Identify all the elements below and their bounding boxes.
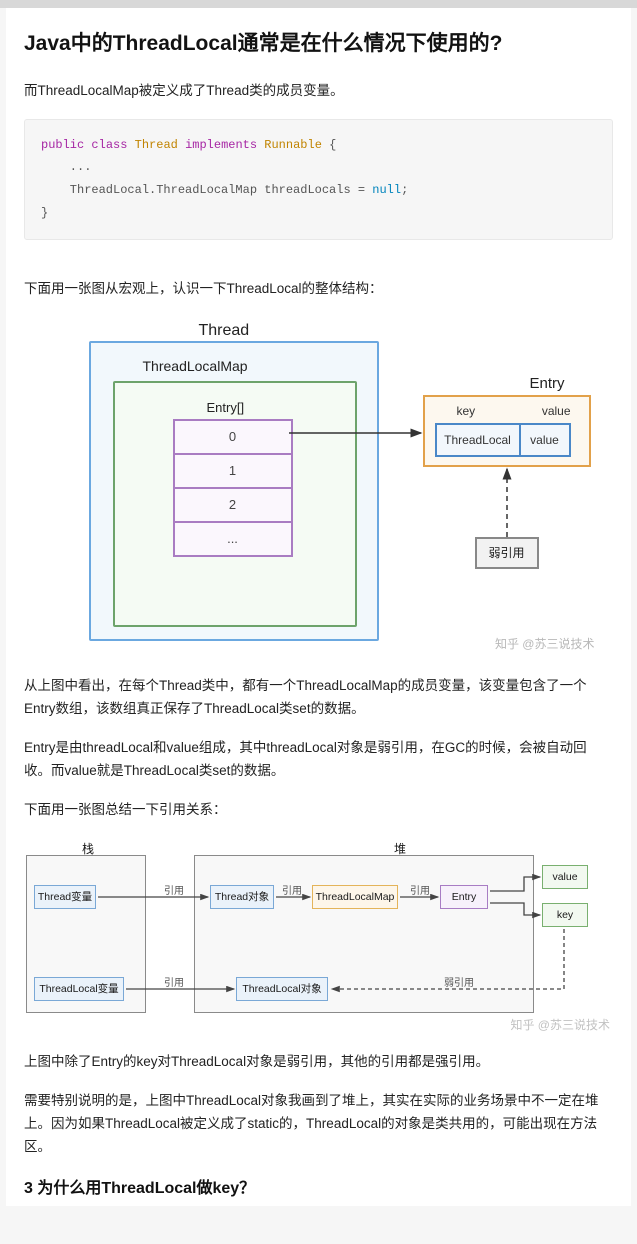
article-body: Java中的ThreadLocal通常是在什么情况下使用的? 而ThreadLo… bbox=[6, 8, 631, 1206]
diagram-node-entry: Entry bbox=[440, 885, 488, 909]
paragraph: Entry是由threadLocal和value组成，其中threadLocal… bbox=[24, 737, 613, 783]
diagram-node-thread-var: Thread变量 bbox=[34, 885, 96, 909]
code-text: } bbox=[41, 206, 48, 220]
diagram-array-cell: ... bbox=[173, 521, 293, 557]
paragraph: 上图中除了Entry的key对ThreadLocal对象是弱引用，其他的引用都是… bbox=[24, 1051, 613, 1074]
code-text: { bbox=[322, 138, 336, 152]
diagram-node-threadlocal-obj: ThreadLocal对象 bbox=[236, 977, 328, 1001]
code-text: ThreadLocal.ThreadLocalMap threadLocals … bbox=[41, 183, 372, 197]
paragraph: 下面用一张图从宏观上，认识一下ThreadLocal的整体结构： bbox=[24, 278, 613, 301]
diagram-label-entry: Entry bbox=[529, 371, 564, 397]
paragraph: 下面用一张图总结一下引用关系： bbox=[24, 799, 613, 822]
code-type: Thread bbox=[135, 138, 178, 152]
diagram-entry-array: 0 1 2 ... bbox=[173, 419, 293, 557]
diagram-label-key: key bbox=[457, 401, 476, 421]
diagram-label-ref: 引用 bbox=[164, 883, 184, 900]
code-literal: null bbox=[372, 183, 401, 197]
diagram-box-weakref: 弱引用 bbox=[475, 537, 539, 569]
diagram-node-key: key bbox=[542, 903, 588, 927]
code-keyword: public bbox=[41, 138, 84, 152]
diagram-threadlocal-structure: Thread ThreadLocalMap Entry[] 0 1 2 ... … bbox=[39, 317, 599, 657]
diagram-label-ref: 引用 bbox=[164, 975, 184, 992]
paragraph: 需要特别说明的是，上图中ThreadLocal对象我画到了堆上，其实在实际的业务… bbox=[24, 1090, 613, 1159]
diagram-array-cell: 1 bbox=[173, 453, 293, 489]
code-text: ; bbox=[401, 183, 408, 197]
watermark: 知乎 @苏三说技术 bbox=[495, 634, 595, 654]
diagram-array-cell: 0 bbox=[173, 419, 293, 455]
watermark: 知乎 @苏三说技术 bbox=[510, 1015, 610, 1035]
code-keyword: class bbox=[91, 138, 127, 152]
diagram-reference-relations: 栈 堆 Thread变量 ThreadLocal变量 Thread对象 Thre… bbox=[24, 837, 614, 1037]
diagram-box-thread: ThreadLocalMap Entry[] 0 1 2 ... bbox=[89, 341, 379, 641]
code-keyword: implements bbox=[185, 138, 257, 152]
diagram-node-value: value bbox=[542, 865, 588, 889]
diagram-label-thread: Thread bbox=[199, 317, 250, 344]
diagram-label-map: ThreadLocalMap bbox=[143, 355, 248, 379]
diagram-node-thread-obj: Thread对象 bbox=[210, 885, 274, 909]
diagram-node-threadlocal-var: ThreadLocal变量 bbox=[34, 977, 124, 1001]
diagram-box-map: Entry[] 0 1 2 ... bbox=[113, 381, 357, 627]
diagram-label-ref: 引用 bbox=[410, 883, 430, 900]
paragraph: 而ThreadLocalMap被定义成了Thread类的成员变量。 bbox=[24, 80, 613, 103]
diagram-label-value: value bbox=[542, 401, 571, 421]
code-block: public class Thread implements Runnable … bbox=[24, 119, 613, 240]
diagram-label-ref: 引用 bbox=[282, 883, 302, 900]
diagram-box-entry: key value ThreadLocal value bbox=[423, 395, 591, 467]
diagram-cell-value: value bbox=[519, 423, 571, 457]
code-type: Runnable bbox=[264, 138, 322, 152]
paragraph: 从上图中看出，在每个Thread类中，都有一个ThreadLocalMap的成员… bbox=[24, 675, 613, 721]
diagram-array-cell: 2 bbox=[173, 487, 293, 523]
page-title: Java中的ThreadLocal通常是在什么情况下使用的? bbox=[24, 26, 613, 62]
next-section-heading: 3 为什么用ThreadLocal做key？ bbox=[24, 1175, 613, 1202]
code-text: ... bbox=[41, 160, 91, 174]
diagram-label-weakref: 弱引用 bbox=[444, 975, 474, 992]
window-chrome-top bbox=[0, 0, 637, 8]
diagram-node-threadlocalmap: ThreadLocalMap bbox=[312, 885, 398, 909]
diagram-cell-key: ThreadLocal bbox=[435, 423, 521, 457]
diagram-label-entry-array: Entry[] bbox=[207, 397, 245, 419]
